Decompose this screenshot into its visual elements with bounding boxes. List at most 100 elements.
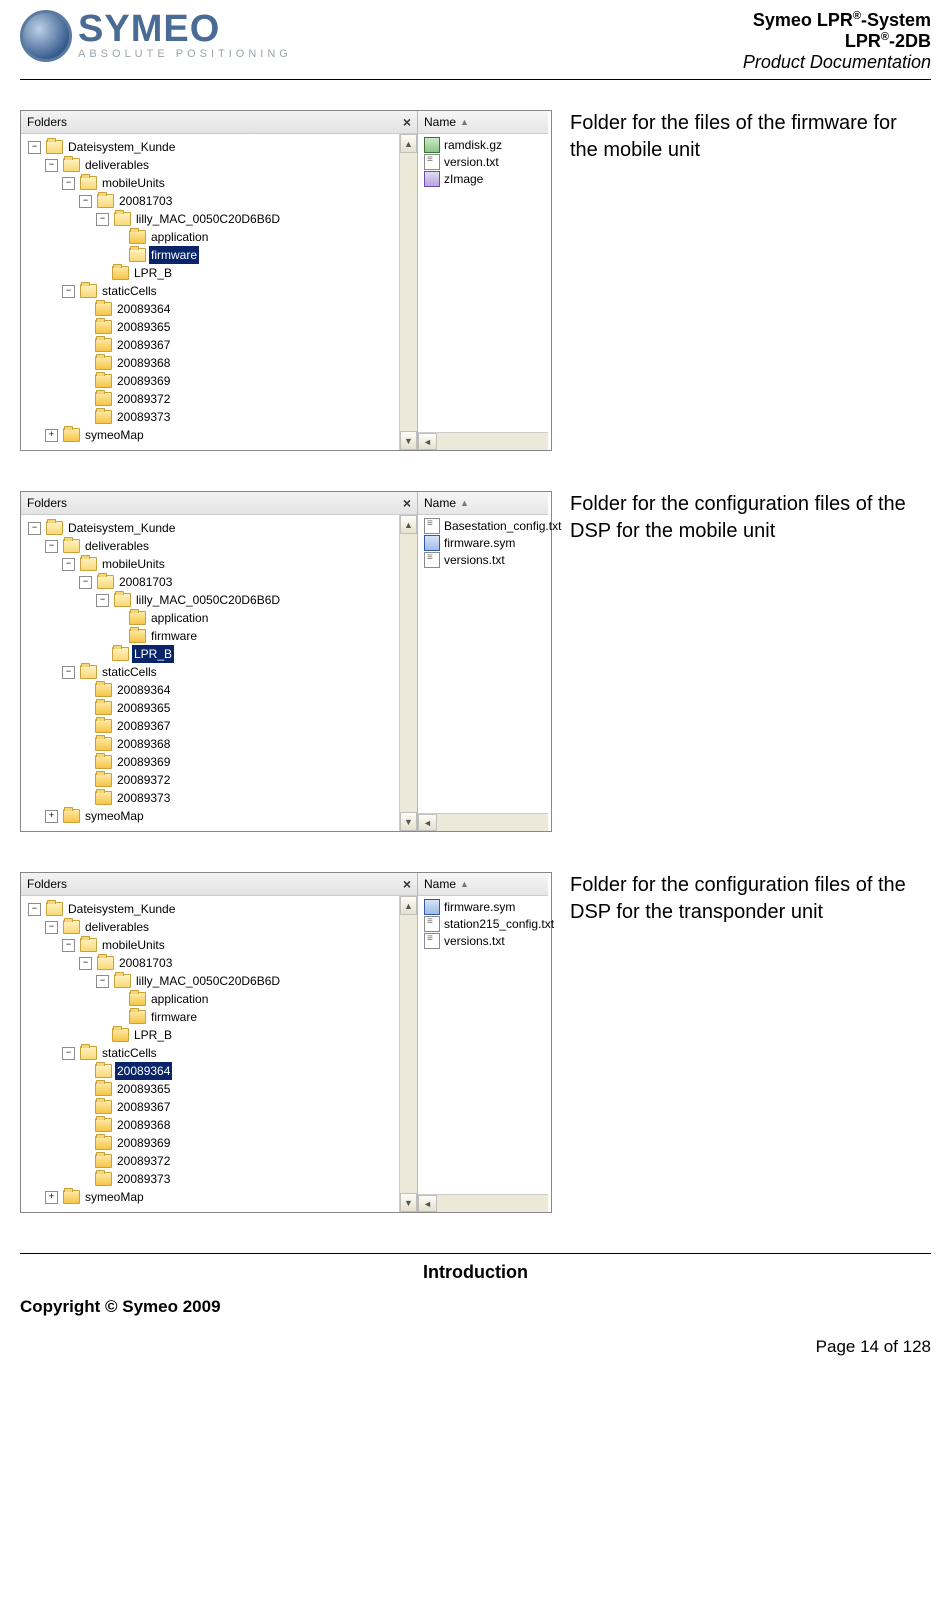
tree-item-label[interactable]: symeoMap <box>83 426 146 444</box>
tree-item-label[interactable]: 20081703 <box>117 573 174 591</box>
file-item[interactable]: versions.txt <box>418 551 548 568</box>
tree-item-label[interactable]: application <box>149 990 210 1008</box>
tree-item-label[interactable]: 20089365 <box>115 699 172 717</box>
tree-item-label[interactable]: lilly_MAC_0050C20D6B6D <box>134 972 282 990</box>
tree-item-label[interactable]: 20089367 <box>115 717 172 735</box>
tree-toggle-icon[interactable]: − <box>96 213 109 226</box>
tree-item-label[interactable]: 20081703 <box>117 954 174 972</box>
tree-item[interactable]: −lilly_MAC_0050C20D6B6D <box>25 210 399 228</box>
tree-item[interactable]: −deliverables <box>25 918 399 936</box>
tree-item-label[interactable]: 20089367 <box>115 1098 172 1116</box>
tree-toggle-icon[interactable]: − <box>62 1047 75 1060</box>
tree-item[interactable]: 20089373 <box>25 789 399 807</box>
tree-item[interactable]: −mobileUnits <box>25 174 399 192</box>
tree-toggle-icon[interactable]: − <box>45 540 58 553</box>
tree-item-label[interactable]: application <box>149 228 210 246</box>
tree-item[interactable]: −staticCells <box>25 663 399 681</box>
tree-item[interactable]: +symeoMap <box>25 1188 399 1206</box>
tree-item[interactable]: + symeoMap <box>25 426 399 444</box>
tree-item[interactable]: 20089367 <box>25 336 399 354</box>
tree-item[interactable]: 20089367 <box>25 1098 399 1116</box>
tree-toggle-icon[interactable]: − <box>28 141 41 154</box>
tree-item[interactable]: − Dateisystem_Kunde <box>25 519 399 537</box>
scroll-down-icon[interactable]: ▼ <box>400 1193 417 1212</box>
tree-item[interactable]: −deliverables <box>25 156 399 174</box>
vertical-scrollbar[interactable]: ▲ ▼ <box>399 515 417 831</box>
tree-item[interactable]: 20089368 <box>25 1116 399 1134</box>
tree-item-label[interactable]: 20089368 <box>115 354 172 372</box>
name-column-header[interactable]: Name ▲ <box>418 492 548 515</box>
file-item[interactable]: firmware.sym <box>418 534 548 551</box>
tree-toggle-icon[interactable]: − <box>96 594 109 607</box>
tree-item-label[interactable]: 20089364 <box>115 681 172 699</box>
tree-item-label[interactable]: 20089369 <box>115 1134 172 1152</box>
folder-tree[interactable]: − Dateisystem_Kunde−deliverables−mobileUn… <box>21 134 399 450</box>
tree-toggle-icon[interactable]: − <box>79 957 92 970</box>
tree-item[interactable]: − 20081703 <box>25 573 399 591</box>
tree-toggle-icon[interactable]: − <box>28 522 41 535</box>
tree-item[interactable]: application <box>25 228 399 246</box>
scroll-left-icon[interactable]: ◄ <box>418 1195 437 1212</box>
file-item[interactable]: firmware.sym <box>418 898 548 915</box>
tree-item[interactable]: 20089364 <box>25 681 399 699</box>
tree-item[interactable]: LPR_B <box>25 1026 399 1044</box>
tree-item-label[interactable]: 20089373 <box>115 1170 172 1188</box>
tree-toggle-icon[interactable]: − <box>62 939 75 952</box>
tree-item[interactable]: −mobileUnits <box>25 555 399 573</box>
close-icon[interactable]: × <box>403 115 411 129</box>
vertical-scrollbar[interactable]: ▲ ▼ <box>399 896 417 1212</box>
tree-item-label[interactable]: staticCells <box>100 282 159 300</box>
horizontal-scrollbar[interactable]: ◄ <box>418 813 548 831</box>
tree-item-label[interactable]: symeoMap <box>83 1188 146 1206</box>
vertical-scrollbar[interactable]: ▲ ▼ <box>399 134 417 450</box>
tree-item-label[interactable]: 20089368 <box>115 1116 172 1134</box>
tree-item-label[interactable]: 20081703 <box>117 192 174 210</box>
tree-toggle-icon[interactable]: − <box>79 576 92 589</box>
tree-toggle-icon[interactable]: − <box>62 285 75 298</box>
tree-item-label[interactable]: 20089372 <box>115 771 172 789</box>
tree-item[interactable]: 20089372 <box>25 1152 399 1170</box>
file-list[interactable]: Basestation_config.txt firmware.sym vers… <box>418 515 548 813</box>
file-item[interactable]: versions.txt <box>418 932 548 949</box>
file-item[interactable]: station215_config.txt <box>418 915 548 932</box>
tree-item-label[interactable]: Dateisystem_Kunde <box>66 138 177 156</box>
tree-item-label[interactable]: firmware <box>149 246 199 264</box>
tree-item-label[interactable]: deliverables <box>83 918 151 936</box>
tree-toggle-icon[interactable]: − <box>62 177 75 190</box>
tree-toggle-icon[interactable]: − <box>28 903 41 916</box>
tree-item[interactable]: application <box>25 990 399 1008</box>
file-list[interactable]: ramdisk.gz version.txt zImage <box>418 134 548 432</box>
tree-toggle-icon[interactable]: − <box>96 975 109 988</box>
tree-item[interactable]: 20089367 <box>25 717 399 735</box>
tree-item-label[interactable]: symeoMap <box>83 807 146 825</box>
horizontal-scrollbar[interactable]: ◄ <box>418 1194 548 1212</box>
tree-item-label[interactable]: 20089368 <box>115 735 172 753</box>
tree-item[interactable]: 20089369 <box>25 1134 399 1152</box>
tree-item[interactable]: 20089369 <box>25 753 399 771</box>
tree-item[interactable]: − 20081703 <box>25 954 399 972</box>
scroll-up-icon[interactable]: ▲ <box>400 896 417 915</box>
tree-item-label[interactable]: mobileUnits <box>100 936 167 954</box>
tree-item[interactable]: 20089372 <box>25 390 399 408</box>
tree-item-label[interactable]: LPR_B <box>132 645 174 663</box>
tree-toggle-icon[interactable]: + <box>45 429 58 442</box>
tree-item[interactable]: 20089368 <box>25 735 399 753</box>
file-item[interactable]: zImage <box>418 170 548 187</box>
tree-item[interactable]: 20089364 <box>25 1062 399 1080</box>
tree-item-label[interactable]: 20089369 <box>115 372 172 390</box>
tree-item-label[interactable]: 20089364 <box>115 1062 172 1080</box>
tree-item-label[interactable]: Dateisystem_Kunde <box>66 519 177 537</box>
tree-item-label[interactable]: staticCells <box>100 663 159 681</box>
folder-tree[interactable]: −Dateisystem_Kunde−deliverables−mobileUn… <box>21 896 399 1212</box>
tree-item-label[interactable]: LPR_B <box>132 1026 174 1044</box>
tree-item-label[interactable]: firmware <box>149 627 199 645</box>
tree-item-label[interactable]: 20089365 <box>115 318 172 336</box>
tree-item-label[interactable]: application <box>149 609 210 627</box>
tree-item[interactable]: −staticCells <box>25 1044 399 1062</box>
tree-item[interactable]: −deliverables <box>25 537 399 555</box>
tree-item[interactable]: −lilly_MAC_0050C20D6B6D <box>25 591 399 609</box>
tree-item[interactable]: +symeoMap <box>25 807 399 825</box>
tree-item[interactable]: LPR_B <box>25 645 399 663</box>
tree-item[interactable]: 20089365 <box>25 1080 399 1098</box>
tree-item-label[interactable]: 20089372 <box>115 1152 172 1170</box>
